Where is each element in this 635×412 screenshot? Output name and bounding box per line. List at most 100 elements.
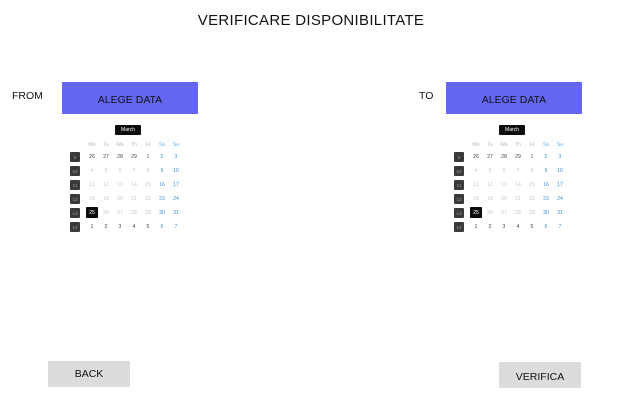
calendar-day[interactable]: 22 xyxy=(526,193,538,204)
calendar-day[interactable]: 2 xyxy=(540,151,552,162)
week-number: 14 xyxy=(454,222,464,232)
week-number: 11 xyxy=(70,180,80,190)
calendar-day[interactable]: 19 xyxy=(484,193,496,204)
calendar-day[interactable]: 27 xyxy=(484,151,496,162)
calendar-day[interactable]: 6 xyxy=(156,221,168,232)
calendar-day[interactable]: 9 xyxy=(156,165,168,176)
calendar-day[interactable]: 2 xyxy=(156,151,168,162)
calendar-day[interactable]: 16 xyxy=(540,179,552,190)
weekday-header-row: Mo Tu We Th Fr Sa Su xyxy=(446,139,566,150)
weekday-header: Mo xyxy=(472,141,480,148)
calendar-day[interactable]: 21 xyxy=(128,193,140,204)
calendar-day[interactable]: 30 xyxy=(156,207,168,218)
from-pick-date-button[interactable]: ALEGE DATA xyxy=(62,82,198,114)
calendar-day[interactable]: 30 xyxy=(540,207,552,218)
calendar-day-today[interactable]: 25 xyxy=(86,207,98,218)
calendar-day[interactable]: 29 xyxy=(526,207,538,218)
calendar-day[interactable]: 7 xyxy=(170,221,182,232)
calendar-day[interactable]: 27 xyxy=(498,207,510,218)
calendar-day[interactable]: 3 xyxy=(498,221,510,232)
calendar-day[interactable]: 11 xyxy=(86,179,98,190)
calendar-day[interactable]: 28 xyxy=(512,207,524,218)
calendar-day[interactable]: 2 xyxy=(100,221,112,232)
calendar-day[interactable]: 1 xyxy=(526,151,538,162)
calendar-day[interactable]: 24 xyxy=(554,193,566,204)
calendar-day[interactable]: 28 xyxy=(114,151,126,162)
calendar-day[interactable]: 23 xyxy=(540,193,552,204)
calendar-day[interactable]: 5 xyxy=(526,221,538,232)
calendar-day[interactable]: 14 xyxy=(128,179,140,190)
calendar-day[interactable]: 24 xyxy=(170,193,182,204)
calendar-day[interactable]: 5 xyxy=(142,221,154,232)
calendar-week-row: 9 26 27 28 29 1 2 3 xyxy=(446,151,566,162)
calendar-day[interactable]: 22 xyxy=(142,193,154,204)
calendar-week-row: 13 25 26 27 28 29 30 31 xyxy=(446,207,566,218)
calendar-day[interactable]: 29 xyxy=(512,151,524,162)
calendar-day[interactable]: 6 xyxy=(540,221,552,232)
calendar-day[interactable]: 12 xyxy=(484,179,496,190)
calendar-day[interactable]: 29 xyxy=(128,151,140,162)
calendar-day[interactable]: 18 xyxy=(470,193,482,204)
calendar-day[interactable]: 4 xyxy=(128,221,140,232)
calendar-day[interactable]: 31 xyxy=(554,207,566,218)
calendar-day[interactable]: 17 xyxy=(170,179,182,190)
calendar-week-row: 14 1 2 3 4 5 6 7 xyxy=(62,221,182,232)
calendar-day[interactable]: 10 xyxy=(170,165,182,176)
calendar-day[interactable]: 12 xyxy=(100,179,112,190)
calendar-day[interactable]: 16 xyxy=(156,179,168,190)
calendar-day[interactable]: 3 xyxy=(554,151,566,162)
calendar-day[interactable]: 3 xyxy=(170,151,182,162)
calendar-day[interactable]: 13 xyxy=(114,179,126,190)
calendar-day[interactable]: 21 xyxy=(512,193,524,204)
calendar-day[interactable]: 3 xyxy=(114,221,126,232)
back-button[interactable]: BACK xyxy=(48,361,130,387)
calendar-day[interactable]: 8 xyxy=(142,165,154,176)
calendar-day[interactable]: 2 xyxy=(484,221,496,232)
to-label: TO xyxy=(419,90,434,102)
calendar-day[interactable]: 7 xyxy=(128,165,140,176)
calendar-month-label: March xyxy=(115,125,141,135)
calendar-day[interactable]: 10 xyxy=(554,165,566,176)
calendar-day[interactable]: 9 xyxy=(540,165,552,176)
calendar-day[interactable]: 27 xyxy=(114,207,126,218)
calendar-day[interactable]: 31 xyxy=(170,207,182,218)
calendar-day[interactable]: 13 xyxy=(498,179,510,190)
calendar-day[interactable]: 20 xyxy=(498,193,510,204)
calendar-day[interactable]: 15 xyxy=(526,179,538,190)
calendar-day[interactable]: 15 xyxy=(142,179,154,190)
calendar-day[interactable]: 19 xyxy=(100,193,112,204)
calendar-day[interactable]: 8 xyxy=(526,165,538,176)
calendar-day-today[interactable]: 25 xyxy=(470,207,482,218)
calendar-day[interactable]: 1 xyxy=(470,221,482,232)
calendar-day[interactable]: 26 xyxy=(86,151,98,162)
verify-button[interactable]: VERIFICA xyxy=(499,362,581,388)
calendar-day[interactable]: 6 xyxy=(114,165,126,176)
to-pick-date-button[interactable]: ALEGE DATA xyxy=(446,82,582,114)
calendar-day[interactable]: 11 xyxy=(470,179,482,190)
calendar-day[interactable]: 28 xyxy=(498,151,510,162)
calendar-day[interactable]: 7 xyxy=(512,165,524,176)
calendar-day[interactable]: 4 xyxy=(512,221,524,232)
calendar-day[interactable]: 7 xyxy=(554,221,566,232)
calendar-day[interactable]: 4 xyxy=(86,165,98,176)
calendar-day[interactable]: 4 xyxy=(470,165,482,176)
calendar-day[interactable]: 20 xyxy=(114,193,126,204)
calendar-day[interactable]: 17 xyxy=(554,179,566,190)
weekday-header: Th xyxy=(514,141,522,148)
calendar-day[interactable]: 29 xyxy=(142,207,154,218)
calendar-day[interactable]: 23 xyxy=(156,193,168,204)
calendar-day[interactable]: 1 xyxy=(142,151,154,162)
weekday-header: Fr xyxy=(145,141,151,148)
calendar-day[interactable]: 5 xyxy=(484,165,496,176)
calendar-day[interactable]: 6 xyxy=(498,165,510,176)
calendar-day[interactable]: 5 xyxy=(100,165,112,176)
calendar-day[interactable]: 28 xyxy=(128,207,140,218)
calendar-day[interactable]: 26 xyxy=(484,207,496,218)
calendar-day[interactable]: 14 xyxy=(512,179,524,190)
calendar-day[interactable]: 18 xyxy=(86,193,98,204)
calendar-week-row: 11 11 12 13 14 15 16 17 xyxy=(62,179,182,190)
calendar-day[interactable]: 27 xyxy=(100,151,112,162)
calendar-day[interactable]: 1 xyxy=(86,221,98,232)
calendar-day[interactable]: 26 xyxy=(470,151,482,162)
calendar-day[interactable]: 26 xyxy=(100,207,112,218)
